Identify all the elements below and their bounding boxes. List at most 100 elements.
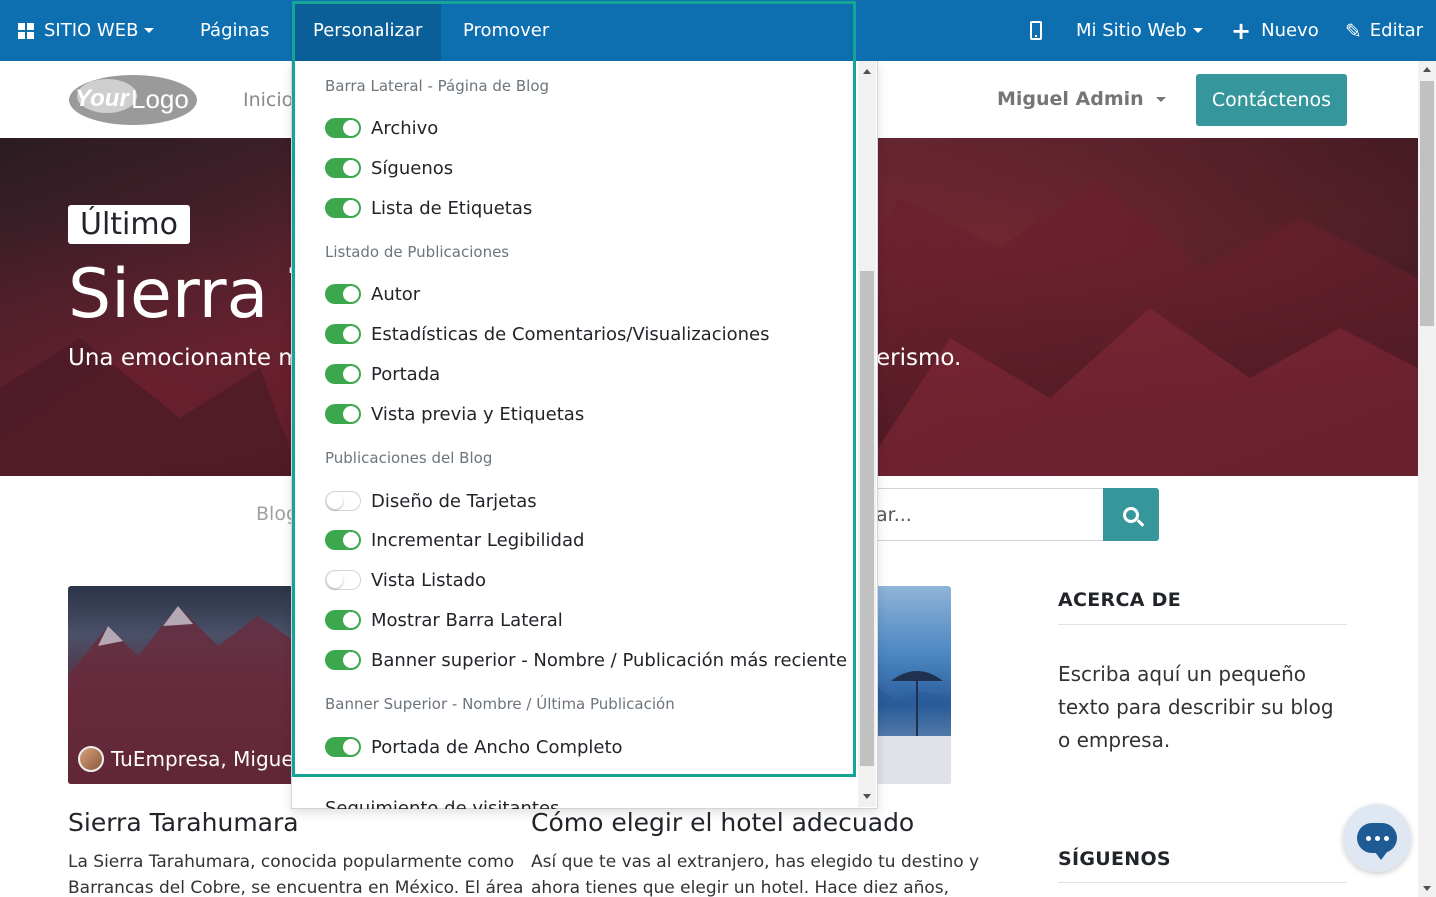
- option-label: Banner superior - Nombre / Publicación m…: [371, 649, 848, 671]
- option-label: Archivo: [371, 117, 439, 139]
- post-excerpt-line: Así que te vas al extranjero, has elegid…: [531, 852, 980, 872]
- option-cards-design[interactable]: Diseño de Tarjetas: [325, 489, 537, 513]
- mobile-phone-icon: [1030, 21, 1042, 40]
- mobile-preview-button[interactable]: [1030, 0, 1042, 61]
- option-label: Vista Listado: [371, 569, 487, 591]
- edit-label: Editar: [1369, 20, 1424, 41]
- option-comments-views-stats[interactable]: Estadísticas de Comentarios/Visualizacio…: [325, 322, 769, 346]
- follow-us-heading: SÍGUENOS: [1058, 848, 1171, 870]
- about-text: Escriba aquí un pequeño texto para descr…: [1058, 662, 1334, 752]
- scroll-up-arrow-icon[interactable]: [1423, 67, 1431, 72]
- caret-down-icon: [1192, 28, 1203, 33]
- my-website-switcher[interactable]: Mi Sitio Web: [1076, 0, 1203, 61]
- scrollbar-thumb[interactable]: [860, 271, 874, 766]
- company-logo[interactable]: Your Logo: [67, 72, 199, 127]
- post-excerpt-line: La Sierra Tarahumara, conocida popularme…: [68, 852, 515, 872]
- toggle-switch[interactable]: [325, 650, 361, 670]
- pages-menu[interactable]: Páginas: [200, 0, 269, 61]
- option-label: Autor: [371, 283, 421, 305]
- option-follow-us[interactable]: Síguenos: [325, 156, 453, 180]
- pencil-icon: ✎: [1345, 18, 1362, 43]
- customize-menu-tab[interactable]: Personalizar: [313, 0, 422, 61]
- section-label: Listado de Publicaciones: [325, 243, 510, 261]
- option-label: Mostrar Barra Lateral: [371, 609, 563, 631]
- toggle-switch[interactable]: [325, 404, 361, 424]
- scrollbar-thumb[interactable]: [1420, 81, 1434, 326]
- livechat-button[interactable]: [1343, 804, 1411, 872]
- option-label: Vista previa y Etiquetas: [371, 403, 585, 425]
- option-teaser-and-tags[interactable]: Vista previa y Etiquetas: [325, 402, 584, 426]
- latest-badge: Último: [68, 205, 190, 244]
- website-menu-label: SITIO WEB: [44, 20, 139, 41]
- blog-search-input[interactable]: ar...: [876, 488, 1104, 541]
- option-visitor-tracking[interactable]: Seguimiento de visitantes: [325, 798, 559, 809]
- contact-us-button[interactable]: Contáctenos: [1196, 74, 1347, 126]
- scroll-down-arrow-icon[interactable]: [1423, 886, 1431, 891]
- option-list-view[interactable]: Vista Listado: [325, 568, 486, 592]
- post-title[interactable]: Sierra Tarahumara: [68, 808, 299, 837]
- option-label: Incrementar Legibilidad: [371, 529, 585, 551]
- author-avatar: [78, 746, 104, 772]
- website-apps-menu[interactable]: SITIO WEB: [18, 0, 155, 61]
- scroll-down-arrow-icon[interactable]: [863, 794, 871, 799]
- option-cover[interactable]: Portada: [325, 362, 440, 386]
- user-menu[interactable]: Miguel Admin: [997, 88, 1166, 110]
- option-label: Síguenos: [371, 157, 454, 179]
- toggle-switch[interactable]: [325, 610, 361, 630]
- post-excerpt-line: Barrancas del Cobre, se encuentra en Méx…: [68, 878, 524, 897]
- post-title[interactable]: Cómo elegir el hotel adecuado: [531, 808, 914, 837]
- option-label: Portada: [371, 363, 441, 385]
- svg-text:Your: Your: [75, 85, 130, 112]
- option-archive[interactable]: Archivo: [325, 116, 438, 140]
- option-top-banner-latest-post[interactable]: Banner superior - Nombre / Publicación m…: [325, 648, 847, 672]
- plus-icon: +: [1231, 16, 1252, 45]
- toggle-switch[interactable]: [325, 324, 361, 344]
- caret-down-icon: [144, 28, 155, 33]
- toggle-switch[interactable]: [325, 364, 361, 384]
- post-excerpt-line: ahora tienes que elegir un hotel. Hace d…: [531, 878, 950, 897]
- option-label: Portada de Ancho Completo: [371, 736, 623, 758]
- toggle-switch[interactable]: [325, 158, 361, 178]
- option-label: Estadísticas de Comentarios/Visualizacio…: [371, 323, 770, 345]
- new-label: Nuevo: [1261, 20, 1319, 41]
- section-label: Banner Superior - Nombre / Última Public…: [325, 695, 675, 713]
- nav-home-link[interactable]: Inicio: [243, 89, 293, 111]
- toggle-switch[interactable]: [325, 284, 361, 304]
- toggle-switch[interactable]: [325, 118, 361, 138]
- option-show-sidebar[interactable]: Mostrar Barra Lateral: [325, 608, 563, 632]
- toggle-switch[interactable]: [325, 570, 361, 590]
- option-increase-readability[interactable]: Incrementar Legibilidad: [325, 528, 584, 552]
- edit-button[interactable]: ✎ Editar: [1345, 0, 1423, 61]
- promote-menu[interactable]: Promover: [463, 0, 549, 61]
- option-author[interactable]: Autor: [325, 282, 420, 306]
- option-label: Lista de Etiquetas: [371, 197, 533, 219]
- search-placeholder: ar...: [876, 503, 912, 526]
- section-label: Publicaciones del Blog: [325, 449, 493, 467]
- option-label: Diseño de Tarjetas: [371, 490, 537, 512]
- dropdown-scrollbar[interactable]: [858, 61, 876, 807]
- toggle-switch[interactable]: [325, 491, 361, 511]
- scroll-up-arrow-icon[interactable]: [863, 69, 871, 74]
- about-heading: ACERCA DE: [1058, 589, 1181, 611]
- apps-grid-icon: [18, 22, 34, 39]
- hero-post-subtitle: Una emocionante m: [68, 345, 301, 371]
- caret-down-icon: [1155, 96, 1166, 102]
- chat-bubble-icon: [1357, 823, 1397, 860]
- page-scrollbar[interactable]: [1418, 61, 1436, 897]
- divider: [1058, 624, 1347, 625]
- user-name: Miguel Admin: [997, 88, 1144, 110]
- option-tags-list[interactable]: Lista de Etiquetas: [325, 196, 532, 220]
- post-author: TuEmpresa, Migue: [78, 746, 294, 772]
- search-icon: [1123, 506, 1139, 523]
- toggle-switch[interactable]: [325, 737, 361, 757]
- hero-post-subtitle-end: erismo.: [876, 345, 962, 371]
- svg-text:Logo: Logo: [131, 84, 189, 114]
- option-full-width-cover[interactable]: Portada de Ancho Completo: [325, 735, 623, 759]
- section-label: Barra Lateral - Página de Blog: [325, 77, 550, 95]
- admin-navbar: SITIO WEB Páginas Personalizar Promover …: [0, 0, 1436, 61]
- search-button[interactable]: [1103, 488, 1159, 541]
- new-content-button[interactable]: + Nuevo: [1231, 0, 1319, 61]
- post-cover-image[interactable]: [877, 586, 951, 784]
- toggle-switch[interactable]: [325, 198, 361, 218]
- toggle-switch[interactable]: [325, 530, 361, 550]
